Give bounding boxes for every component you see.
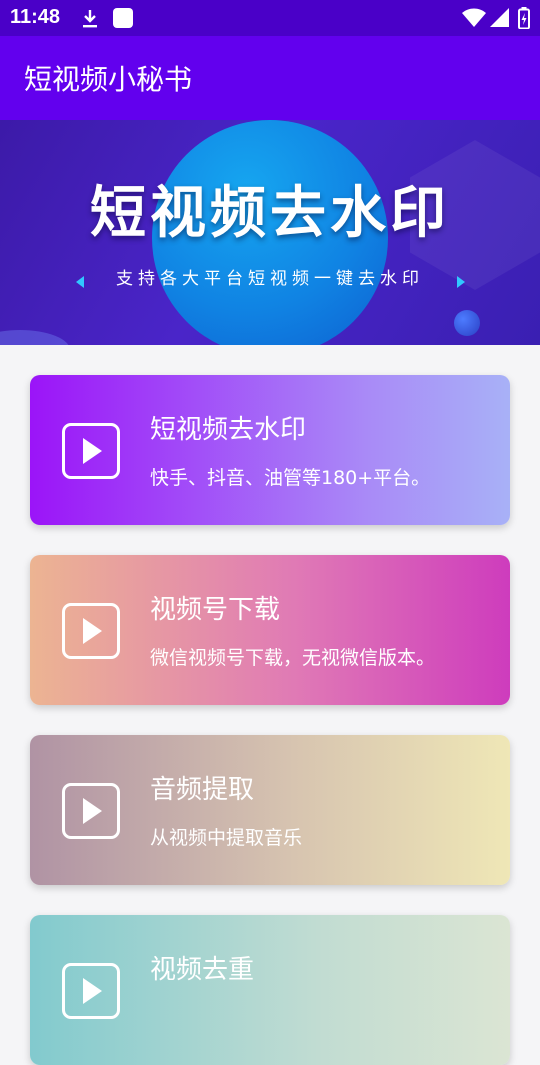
banner-dot-decoration (454, 310, 480, 336)
download-icon (80, 8, 100, 34)
card-title: 视频去重 (150, 955, 255, 985)
play-icon (62, 603, 120, 659)
banner-right-arrow-icon (457, 276, 465, 288)
signal-icon (490, 8, 510, 32)
status-time: 11:48 (10, 6, 61, 28)
play-icon (62, 423, 120, 479)
app-title: 短视频小秘书 (24, 63, 193, 96)
card-audio-extract[interactable]: 音频提取 从视频中提取音乐 (30, 735, 510, 885)
banner[interactable]: 短视频去水印 支持各大平台短视频一键去水印 (0, 120, 540, 345)
banner-glow-decoration (0, 330, 70, 345)
card-title: 视频号下载 (150, 595, 281, 625)
card-title: 短视频去水印 (150, 415, 307, 445)
card-title: 音频提取 (150, 775, 255, 805)
card-description: 微信视频号下载，无视微信版本。 (150, 647, 436, 669)
card-channels-download[interactable]: 视频号下载 微信视频号下载，无视微信版本。 (30, 555, 510, 705)
card-remove-watermark[interactable]: 短视频去水印 快手、抖音、油管等180+平台。 (30, 375, 510, 525)
play-icon (62, 963, 120, 1019)
card-description: 快手、抖音、油管等180+平台。 (150, 467, 431, 489)
app-bar: 短视频小秘书 (0, 36, 540, 120)
wifi-icon (462, 8, 486, 32)
status-bar: 11:48 (0, 0, 540, 36)
battery-icon (518, 7, 530, 33)
banner-title: 短视频去水印 (90, 181, 450, 246)
app-notification-icon (112, 7, 134, 33)
card-description: 从视频中提取音乐 (150, 827, 303, 849)
card-video-dedup[interactable]: 视频去重 (30, 915, 510, 1065)
play-icon (62, 783, 120, 839)
